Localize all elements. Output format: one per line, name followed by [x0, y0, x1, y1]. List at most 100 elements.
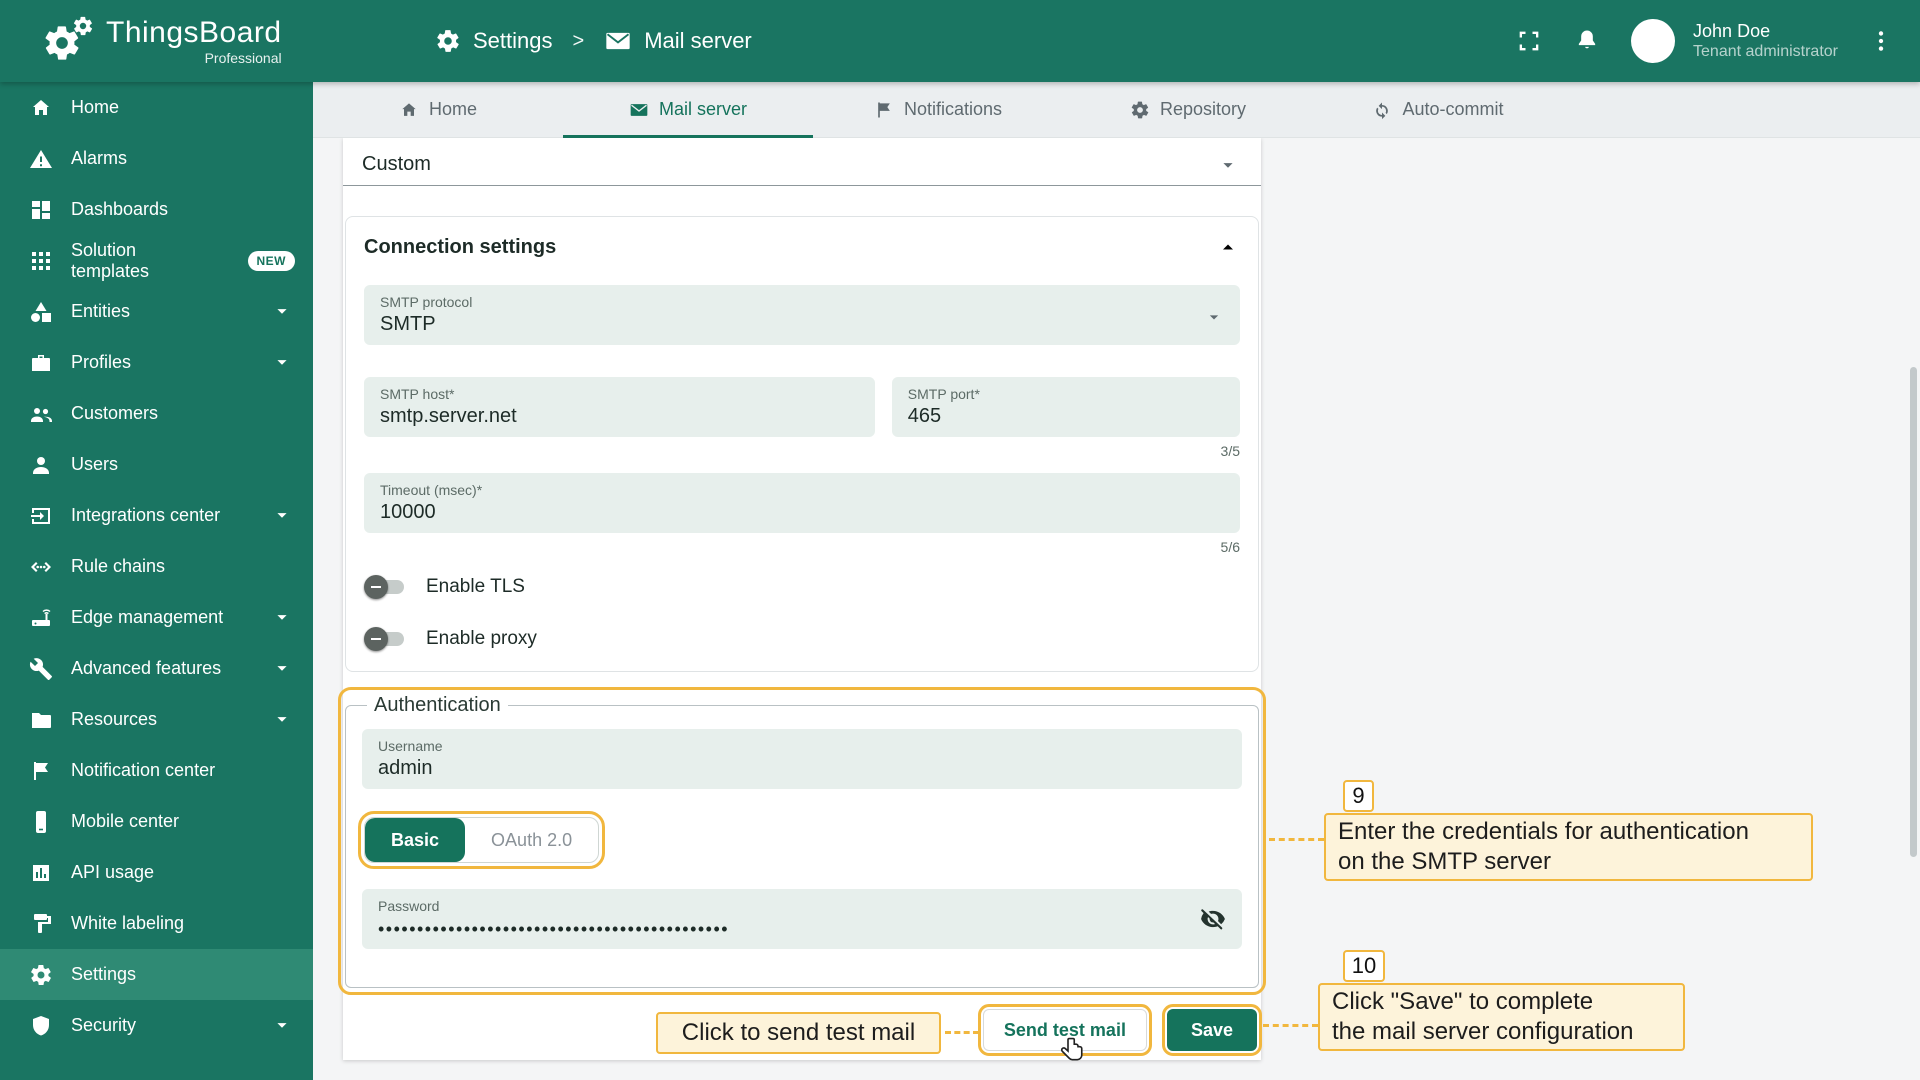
app-edition: Professional [204, 49, 282, 66]
connection-settings-title: Connection settings [364, 235, 557, 258]
sidebar-item-label: Rule chains [71, 556, 166, 576]
user-role: Tenant administrator [1693, 43, 1838, 61]
smtp-protocol-label: SMTP protocol [380, 294, 473, 310]
sidebar-item-label: Advanced features [71, 658, 222, 678]
sidebar-item-customers[interactable]: Customers [0, 388, 313, 439]
chevron-down-icon [271, 504, 295, 528]
flag-icon [29, 759, 53, 783]
sidebar-item-alarms[interactable]: Alarms [0, 133, 313, 184]
sidebar-item-label: API usage [71, 862, 155, 882]
chevron-down-icon [271, 351, 295, 375]
chart-icon [29, 861, 53, 885]
enable-tls-label: Enable TLS [426, 576, 525, 597]
sidebar-item-label: Profiles [71, 352, 132, 372]
tab-home[interactable]: Home [313, 82, 563, 137]
sidebar-item-settings[interactable]: Settings [0, 949, 313, 1000]
sidebar-item-dashboards[interactable]: Dashboards [0, 184, 313, 235]
flag-tab-icon [874, 100, 894, 120]
breadcrumb-section[interactable]: Settings [473, 28, 553, 54]
tab-label: Mail server [658, 99, 747, 119]
sidebar-item-mobile-center[interactable]: Mobile center [0, 796, 313, 847]
people-icon [29, 402, 53, 426]
connection-settings-section: Connection settings SMTP protocol SMTP S… [345, 216, 1259, 672]
chevron-down-icon [271, 1014, 295, 1038]
collapse-section-icon[interactable] [1216, 235, 1240, 259]
smtp-port-label: SMTP port* [907, 386, 980, 402]
gear-icon [29, 963, 53, 987]
smtp-host-value: smtp.server.net [380, 405, 517, 427]
tab-mail-server[interactable]: Mail server [563, 82, 813, 138]
router-icon [29, 606, 53, 630]
sidebar-item-solution-templates[interactable]: Solution templates NEW [0, 235, 313, 286]
sidebar-item-security[interactable]: Security [0, 1000, 313, 1051]
sidebar-item-entities[interactable]: Entities [0, 286, 313, 337]
app-name: ThingsBoard [106, 15, 282, 49]
autorenew-icon [1372, 100, 1392, 120]
auth-method-basic[interactable]: Basic [365, 818, 466, 862]
paint-icon [29, 912, 53, 936]
annotation-connector-line [945, 1031, 979, 1034]
annotation-line: Click "Save" to complete [1332, 988, 1594, 1015]
sidebar-item-home[interactable]: Home [0, 82, 313, 133]
person-icon [29, 453, 53, 477]
briefcase-icon [29, 351, 53, 375]
password-input[interactable]: Password •••••••••••••••••••••••••••••••… [362, 889, 1242, 949]
warning-icon [29, 147, 53, 171]
fullscreen-icon[interactable] [1515, 27, 1543, 55]
smtp-protocol-value: SMTP [380, 313, 436, 335]
tab-repository[interactable]: Repository [1063, 82, 1313, 137]
annotation-step-9-text: Enter the credentials for authentication… [1324, 813, 1813, 881]
vertical-scrollbar-thumb[interactable] [1910, 367, 1917, 857]
kebab-menu-icon[interactable] [1868, 28, 1894, 54]
breadcrumb-page: Mail server [644, 28, 752, 53]
sidebar-item-label: Entities [71, 301, 131, 321]
timeout-input[interactable]: Timeout (msec)* 10000 [364, 473, 1240, 533]
sidebar-item-edge-management[interactable]: Edge management [0, 592, 313, 643]
sidebar-item-label: Edge management [71, 607, 224, 627]
sidebar-item-label: Settings [71, 964, 137, 984]
sidebar-item-resources[interactable]: Resources [0, 694, 313, 745]
chevron-down-icon [271, 657, 295, 681]
thingsboard-logo-icon [42, 15, 94, 67]
annotation-send-test-hint: Click to send test mail [656, 1012, 941, 1054]
sidebar-item-users[interactable]: Users [0, 439, 313, 490]
sidebar-item-label: Mobile center [71, 811, 180, 831]
category-icon [29, 300, 53, 324]
user-name: John Doe [1693, 20, 1771, 41]
mail-tab-icon [629, 100, 649, 120]
sidebar-item-label: Notification center [71, 760, 216, 780]
wrench-icon [29, 657, 53, 681]
enable-proxy-toggle[interactable] [364, 627, 408, 651]
annotation-step-10-number: 10 [1343, 950, 1385, 982]
mail-provider-select[interactable]: Custom [343, 138, 1261, 186]
auth-method-oauth[interactable]: OAuth 2.0 [465, 818, 598, 862]
annotation-connector-line [1263, 1024, 1318, 1027]
repository-gear-icon [1130, 100, 1150, 120]
settings-tabbar: Home Mail server Notifications Repositor… [313, 82, 1920, 138]
tab-notifications[interactable]: Notifications [813, 82, 1063, 137]
sidebar-item-label: Solution templates [71, 239, 150, 281]
sidebar-item-rule-chains[interactable]: Rule chains [0, 541, 313, 592]
annotation-connector-line [1269, 838, 1324, 841]
sidebar-item-notification-center[interactable]: Notification center [0, 745, 313, 796]
notifications-bell-icon[interactable] [1573, 27, 1601, 55]
visibility-off-icon[interactable] [1200, 906, 1226, 932]
sidebar-item-profiles[interactable]: Profiles [0, 337, 313, 388]
mail-provider-value: Custom [362, 153, 431, 175]
annotation-step-10-text: Click "Save" to complete the mail server… [1318, 983, 1685, 1051]
sidebar-item-label: Alarms [71, 148, 128, 168]
sidebar: Home Alarms Dashboards Solution template… [0, 82, 313, 1080]
enable-tls-toggle[interactable] [364, 575, 408, 599]
save-button[interactable]: Save [1161, 1004, 1263, 1056]
smtp-protocol-select[interactable]: SMTP protocol SMTP [364, 285, 1240, 345]
sidebar-item-api-usage[interactable]: API usage [0, 847, 313, 898]
sidebar-item-integrations-center[interactable]: Integrations center [0, 490, 313, 541]
sidebar-item-white-labeling[interactable]: White labeling [0, 898, 313, 949]
avatar[interactable] [1631, 19, 1676, 63]
tab-auto-commit[interactable]: Auto-commit [1313, 82, 1563, 137]
apps-grid-icon [29, 249, 53, 273]
smtp-port-input[interactable]: SMTP port* 465 [891, 377, 1240, 437]
smtp-host-input[interactable]: SMTP host* smtp.server.net [364, 377, 875, 437]
sidebar-item-advanced-features[interactable]: Advanced features [0, 643, 313, 694]
username-input[interactable]: Username admin [362, 729, 1242, 789]
